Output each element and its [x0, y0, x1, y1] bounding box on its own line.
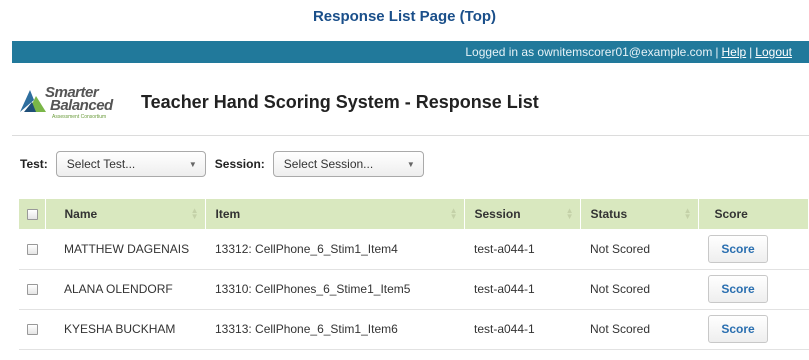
column-header-score: Score: [698, 199, 809, 229]
sort-icon: ▲ ▼: [449, 206, 458, 221]
status-text: Not Scored: [590, 282, 651, 296]
response-table: Name ▲ ▼ Item ▲ ▼ Session ▲ ▼ Status ▲ ▼ Score M…: [19, 199, 809, 350]
filter-bar: Test: Select Test... ▼ Session: Select S…: [20, 151, 424, 177]
session-id: test-a044-1: [474, 282, 535, 296]
session-select-value: Select Session...: [283, 157, 374, 171]
select-all-cell: [19, 199, 46, 229]
page-caption: Response List Page (Top): [312, 8, 497, 25]
score-button[interactable]: Score: [708, 234, 768, 263]
logo-mark-icon: [20, 90, 46, 112]
item-name: 13310: CellPhones_6_Stime1_Item5: [215, 282, 411, 296]
table-header-row: Name ▲ ▼ Item ▲ ▼ Session ▲ ▼ Status ▲ ▼ Score: [19, 199, 809, 229]
test-filter-label: Test:: [20, 157, 48, 171]
table-row: ALANA OLENDORF 13310: CellPhones_6_Stime…: [19, 269, 809, 309]
student-name: ALANA OLENDORF: [64, 282, 173, 296]
session-filter-label: Session:: [214, 157, 265, 171]
test-select[interactable]: Select Test... ▼: [55, 151, 206, 177]
header-divider: [12, 135, 809, 136]
item-name: 13312: CellPhone_6_Stim1_Item4: [215, 241, 398, 256]
column-header-item[interactable]: Item ▲ ▼: [205, 199, 465, 229]
logo-text-balanced: Balanced: [50, 97, 113, 114]
column-header-status[interactable]: Status ▲ ▼: [580, 199, 699, 229]
status-text: Not Scored: [590, 322, 651, 336]
sort-icon: ▲ ▼: [190, 206, 199, 221]
chevron-down-icon: ▼: [406, 159, 415, 169]
student-name: MATTHEW DAGENAIS: [64, 241, 190, 256]
row-checkbox[interactable]: [27, 244, 38, 256]
item-name: 13313: CellPhone_6_Stim1_Item6: [215, 322, 398, 336]
top-bar: Logged in as ownitemscorer01@example.com…: [12, 41, 809, 63]
page-header: Smarter Balanced Assessment Consortium T…: [18, 80, 539, 124]
column-header-label: Item: [215, 207, 241, 221]
topbar-separator: |: [715, 45, 719, 59]
column-header-session[interactable]: Session ▲ ▼: [464, 199, 581, 229]
column-header-label: Session: [474, 207, 521, 221]
topbar-separator: |: [749, 45, 753, 59]
test-select-value: Select Test...: [66, 157, 136, 171]
logo-text-consortium: Assessment Consortium: [52, 114, 107, 120]
column-header-label: Status: [590, 207, 628, 221]
row-checkbox[interactable]: [27, 324, 38, 336]
sort-icon: ▲ ▼: [683, 206, 692, 221]
table-row: KYESHA BUCKHAM 13313: CellPhone_6_Stim1_…: [19, 309, 809, 349]
smarter-balanced-logo: Smarter Balanced Assessment Consortium: [18, 82, 130, 122]
table-row: MATTHEW DAGENAIS 13312: CellPhone_6_Stim…: [19, 229, 809, 269]
sort-icon: ▲ ▼: [565, 206, 574, 221]
column-header-label: Name: [64, 207, 98, 221]
session-select[interactable]: Select Session... ▼: [272, 151, 424, 177]
student-name: KYESHA BUCKHAM: [64, 322, 176, 336]
session-id: test-a044-1: [474, 322, 535, 336]
help-link[interactable]: Help: [721, 45, 746, 59]
column-header-name[interactable]: Name ▲ ▼: [45, 199, 206, 229]
session-id: test-a044-1: [474, 241, 535, 256]
chevron-down-icon: ▼: [188, 159, 197, 169]
logged-in-text: Logged in as ownitemscorer01@example.com: [465, 45, 713, 59]
select-all-checkbox[interactable]: [26, 209, 38, 221]
column-header-label: Score: [714, 207, 748, 221]
score-button[interactable]: Score: [708, 315, 768, 343]
logout-link[interactable]: Logout: [755, 45, 792, 59]
status-text: Not Scored: [590, 241, 651, 256]
page-title: Teacher Hand Scoring System - Response L…: [141, 91, 539, 112]
score-button[interactable]: Score: [708, 275, 768, 303]
row-checkbox[interactable]: [27, 284, 38, 296]
